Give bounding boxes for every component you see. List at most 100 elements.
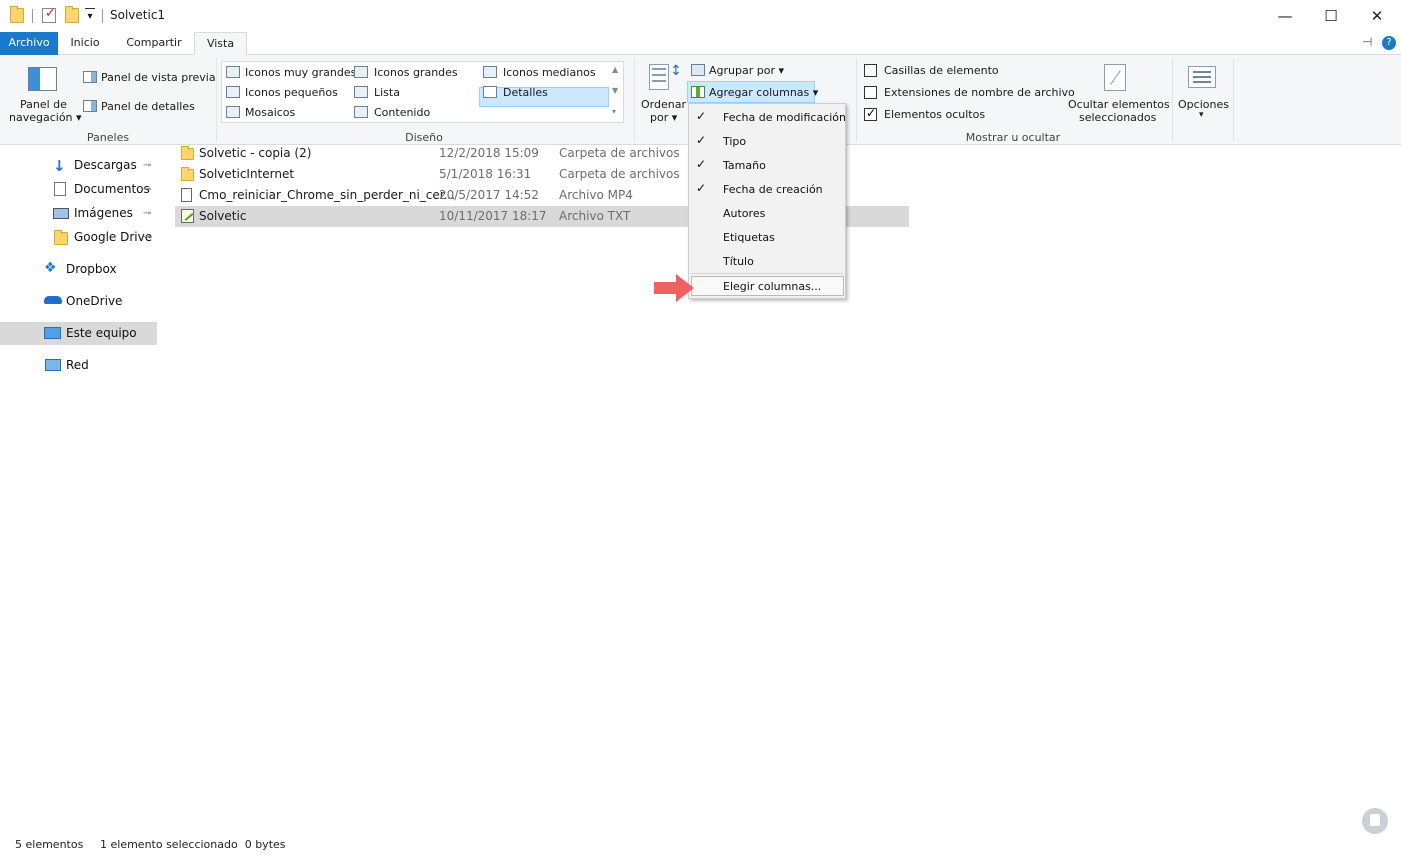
tab-archivo[interactable]: Archivo (0, 32, 58, 55)
layout-small-icons[interactable]: Iconos pequeños (245, 86, 338, 99)
choose-columns-item[interactable]: Elegir columnas... (691, 276, 844, 296)
extra-large-icons-icon (226, 66, 240, 78)
chevron-down-icon[interactable]: ▾ (1199, 110, 1204, 120)
onedrive-icon (44, 296, 62, 304)
tab-vista[interactable]: Vista (194, 32, 247, 56)
menu-item-label: Tamaño (723, 159, 766, 172)
add-columns-button[interactable]: Agregar columnas ▾ (687, 81, 819, 103)
minimize-button[interactable]: — (1262, 0, 1308, 32)
hidden-items-checkbox[interactable] (864, 106, 877, 121)
menu-item-titulo[interactable]: Título (689, 250, 845, 274)
details-pane-button[interactable]: Panel de detalles (101, 100, 195, 113)
navigation-pane-label-1[interactable]: Panel de (20, 98, 67, 111)
menu-item-label: Fecha de creación (723, 183, 823, 196)
nav-item-google-drive[interactable]: Google Drive (74, 230, 152, 244)
nav-item-imagenes[interactable]: Imágenes (74, 206, 133, 220)
panels-group-label: Paneles (86, 131, 130, 144)
nav-item-dropbox[interactable]: Dropbox (66, 262, 117, 276)
nav-item-descargas[interactable]: Descargas (74, 158, 137, 172)
folder-icon (181, 167, 194, 181)
file-type: Carpeta de archivos (559, 146, 680, 160)
item-checkboxes-checkbox[interactable] (864, 64, 877, 77)
pin-icon[interactable]: ⊸ (143, 184, 151, 195)
folder-icon (54, 230, 68, 245)
file-extensions-label[interactable]: Extensiones de nombre de archivo (884, 86, 1075, 99)
small-icons-icon (226, 86, 240, 98)
choose-columns-label: Elegir columnas... (723, 280, 822, 293)
hide-selected-icon[interactable] (1104, 64, 1126, 91)
gallery-more-icon[interactable]: ▾ (612, 107, 616, 116)
check-icon: ✓ (696, 109, 707, 123)
chevron-down-icon[interactable]: ▾ (85, 8, 95, 23)
preview-pane-button[interactable]: Panel de vista previa (101, 71, 216, 84)
layout-content[interactable]: Contenido (374, 106, 430, 119)
nav-item-documentos[interactable]: Documentos (74, 182, 150, 196)
nav-item-onedrive[interactable]: OneDrive (66, 294, 122, 308)
gallery-scroll-down-icon[interactable]: ▼ (612, 86, 618, 95)
add-columns-label: Agregar columnas ▾ (709, 86, 819, 99)
nav-item-este-equipo[interactable]: Este equipo (66, 326, 137, 340)
pin-icon[interactable]: ⊸ (143, 160, 151, 171)
menu-item-tamano[interactable]: ✓ Tamaño (689, 154, 845, 178)
file-extensions-checkbox[interactable] (864, 86, 877, 99)
pin-icon[interactable]: ⊸ (143, 232, 151, 243)
tab-compartir[interactable]: Compartir (114, 32, 194, 55)
menu-item-autores[interactable]: Autores (689, 202, 845, 226)
options-icon[interactable] (1188, 66, 1216, 88)
pin-icon[interactable]: ⊸ (143, 208, 151, 219)
hide-selected-label-2[interactable]: seleccionados (1079, 111, 1156, 124)
new-folder-icon[interactable] (65, 6, 79, 23)
layout-list[interactable]: Lista (374, 86, 400, 99)
file-date: 5/1/2018 16:31 (439, 167, 532, 181)
menu-item-label: Etiquetas (723, 231, 775, 244)
file-name: SolveticInternet (199, 167, 295, 181)
menu-item-etiquetas[interactable]: Etiquetas (689, 226, 845, 250)
menu-item-fecha-modificacion[interactable]: ✓ Fecha de modificación (689, 106, 847, 130)
group-by-icon (691, 64, 705, 76)
sort-by-label-1[interactable]: Ordenar (641, 98, 686, 111)
help-icon[interactable]: ? (1382, 36, 1396, 50)
navigation-pane-icon[interactable] (28, 67, 57, 91)
status-bar: 5 elementos 1 elemento seleccionado 0 by… (0, 835, 1401, 857)
group-by-button[interactable]: Agrupar por ▾ (709, 64, 784, 77)
maximize-button[interactable]: ☐ (1308, 0, 1354, 32)
navigation-pane: ↓ Descargas ⊸ Documentos ⊸ Imágenes ⊸ Go… (0, 146, 160, 834)
menu-item-fecha-creacion[interactable]: ✓ Fecha de creación (689, 178, 845, 202)
nav-item-red[interactable]: Red (66, 358, 89, 372)
pin-ribbon-icon[interactable]: ⊣ (1362, 35, 1372, 49)
pictures-icon (53, 208, 69, 219)
sort-by-icon[interactable] (649, 64, 669, 90)
gallery-scroll-up-icon[interactable]: ▲ (612, 65, 618, 74)
title-bar: ▾ Solvetic1 — ☐ ✕ (0, 0, 1401, 32)
hidden-items-label[interactable]: Elementos ocultos (884, 108, 985, 121)
layout-details[interactable]: Detalles (503, 86, 548, 99)
add-columns-text: Agregar columnas (709, 86, 810, 99)
file-type: Carpeta de archivos (559, 167, 680, 181)
layout-gallery: Iconos muy grandes Iconos grandes Iconos… (221, 61, 624, 123)
item-checkboxes-label[interactable]: Casillas de elemento (884, 64, 999, 77)
check-icon: ✓ (696, 133, 707, 147)
layout-large-icons[interactable]: Iconos grandes (374, 66, 458, 79)
navigation-pane-button[interactable]: navegación ▾ (9, 111, 82, 124)
close-button[interactable]: ✕ (1354, 0, 1400, 32)
menu-item-label: Fecha de modificación (723, 111, 847, 124)
tiles-icon (226, 106, 240, 118)
layout-tiles[interactable]: Mosaicos (245, 106, 295, 119)
file-type: Archivo MP4 (559, 188, 633, 202)
properties-icon[interactable] (42, 6, 56, 23)
annotation-arrow-icon (654, 274, 694, 302)
documents-icon (54, 182, 66, 196)
tab-inicio[interactable]: Inicio (58, 32, 112, 55)
hide-selected-label-1[interactable]: Ocultar elementos (1068, 98, 1170, 111)
sort-by-button[interactable]: por ▾ (650, 111, 677, 124)
menu-item-label: Autores (723, 207, 766, 220)
file-icon (181, 188, 192, 202)
this-pc-icon (44, 327, 61, 339)
layout-extra-large-icons[interactable]: Iconos muy grandes (245, 66, 356, 79)
layout-medium-icons[interactable]: Iconos medianos (503, 66, 596, 79)
group-by-label: Agrupar por (709, 64, 775, 77)
sort-arrows-icon: ↕ (670, 63, 682, 79)
file-date: 10/11/2017 18:17 (439, 209, 547, 223)
menu-item-tipo[interactable]: ✓ Tipo (689, 130, 845, 154)
ribbon-tabs: Archivo Inicio Compartir Vista ⊣ ? (0, 32, 1401, 56)
